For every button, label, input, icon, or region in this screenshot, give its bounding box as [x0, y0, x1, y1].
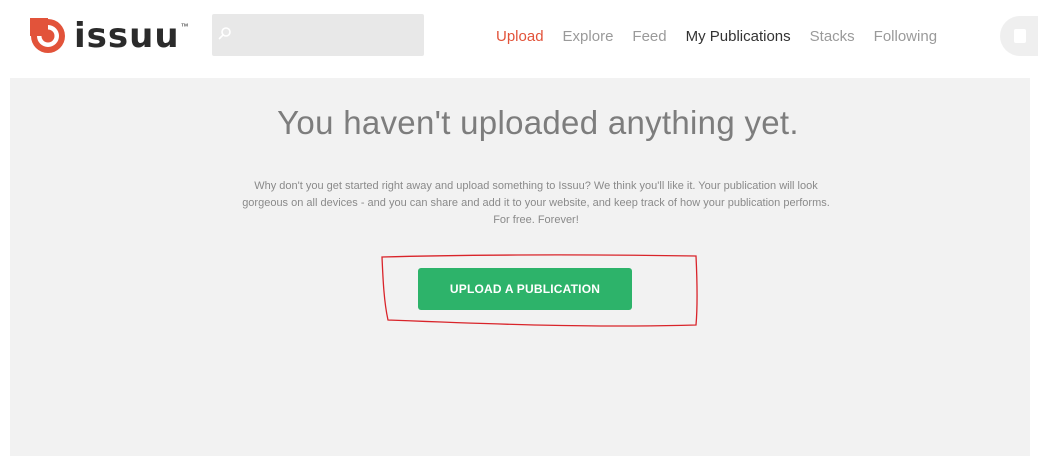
user-avatar-icon — [1014, 29, 1026, 43]
search-input[interactable] — [238, 14, 422, 58]
top-header: issuu ™ Upload Explore Feed My Publicati… — [0, 0, 1038, 72]
nav-following[interactable]: Following — [874, 28, 937, 45]
nav-my-publications[interactable]: My Publications — [686, 28, 791, 45]
issuu-logo[interactable]: issuu ™ — [30, 16, 189, 56]
nav-upload[interactable]: Upload — [496, 28, 544, 45]
logo-trademark: ™ — [180, 22, 189, 31]
logo-wordmark: issuu — [74, 16, 180, 56]
user-avatar[interactable] — [1000, 16, 1038, 56]
nav-stacks[interactable]: Stacks — [810, 28, 855, 45]
empty-state-description: Why don't you get started right away and… — [242, 180, 830, 226]
main-nav: Upload Explore Feed My Publications Stac… — [496, 24, 937, 48]
search-box[interactable] — [212, 14, 424, 58]
issuu-logo-icon — [30, 18, 65, 53]
page: issuu ™ Upload Explore Feed My Publicati… — [0, 0, 1038, 458]
empty-state-headline: You haven't uploaded anything yet. — [277, 104, 799, 141]
nav-explore[interactable]: Explore — [563, 28, 614, 45]
upload-publication-button[interactable]: UPLOAD A PUBLICATION — [418, 268, 632, 310]
search-icon — [218, 27, 231, 40]
nav-feed[interactable]: Feed — [632, 28, 666, 45]
